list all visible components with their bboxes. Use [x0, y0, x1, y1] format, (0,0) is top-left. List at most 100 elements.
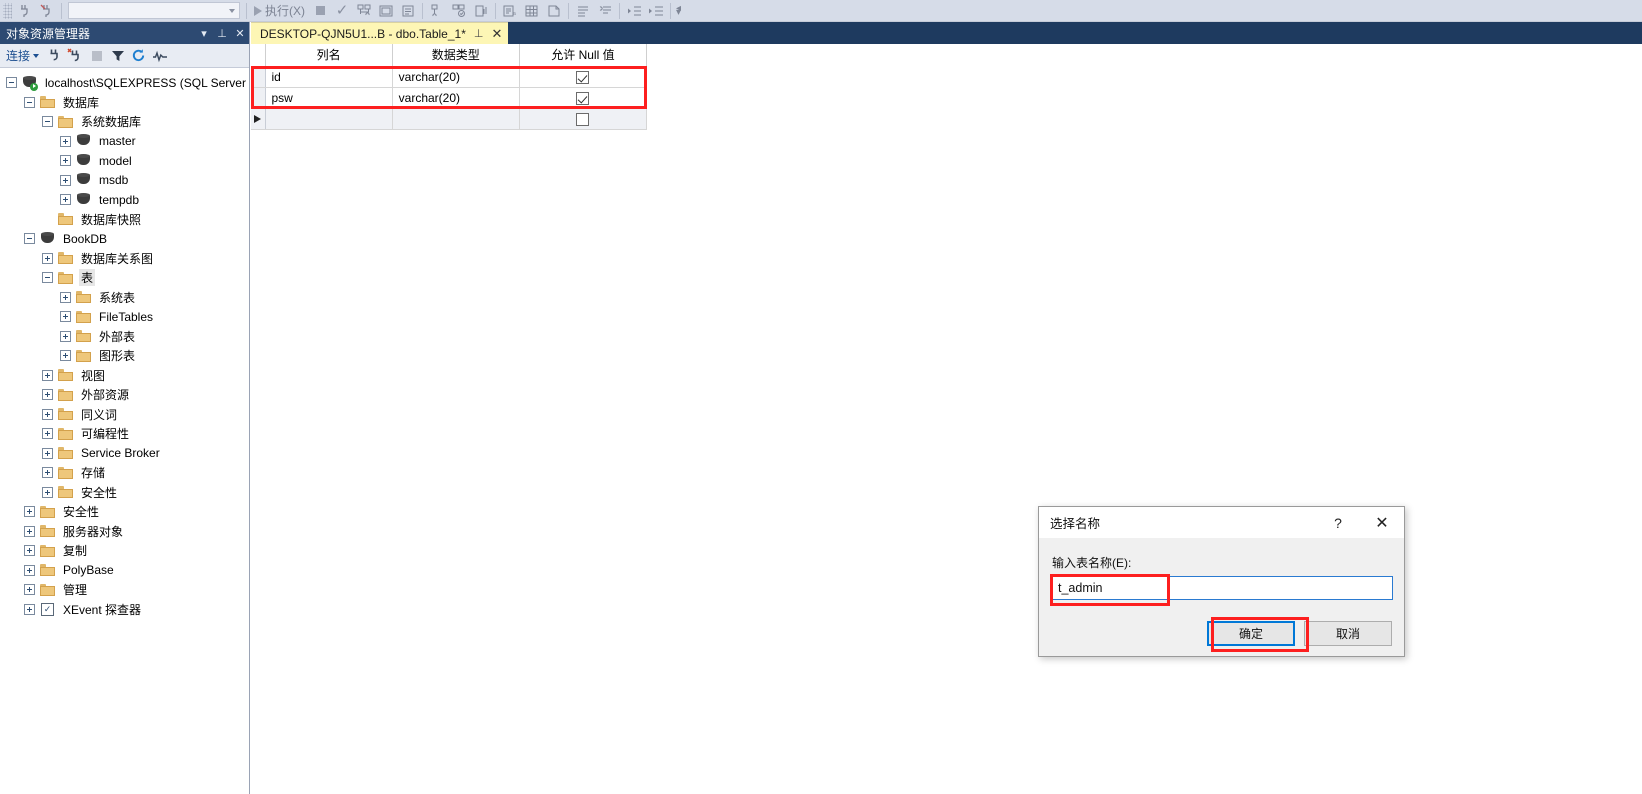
cell-column-name[interactable]	[265, 108, 393, 130]
close-icon[interactable]: ✕	[491, 26, 502, 42]
database-combo[interactable]	[68, 2, 240, 19]
expand-icon[interactable]	[42, 252, 53, 264]
expand-icon[interactable]	[42, 369, 53, 381]
row-selector[interactable]	[251, 87, 266, 109]
connect-icon[interactable]	[14, 1, 36, 21]
tree-item[interactable]: 管理	[0, 580, 249, 600]
expand-icon[interactable]	[60, 174, 71, 186]
uncomment-lines-icon[interactable]	[594, 1, 616, 21]
tree-item[interactable]: PolyBase	[0, 561, 249, 581]
stop-icon[interactable]	[87, 46, 106, 65]
table-row[interactable]	[251, 108, 648, 130]
filter-icon[interactable]	[108, 46, 127, 65]
include-client-stats-icon[interactable]	[448, 1, 470, 21]
collapse-icon[interactable]	[24, 96, 35, 108]
tree-item[interactable]: 存储	[0, 463, 249, 483]
tree-item[interactable]: 系统表	[0, 288, 249, 308]
collapse-icon[interactable]	[6, 77, 17, 89]
disconnect-icon[interactable]	[66, 46, 85, 65]
cell-allow-nulls[interactable]	[519, 87, 648, 109]
connect-dropdown-button[interactable]: 连接	[6, 47, 43, 64]
tree-item[interactable]: 安全性	[0, 502, 249, 522]
cell-data-type[interactable]: varchar(20)	[392, 66, 520, 88]
expand-icon[interactable]	[60, 311, 71, 323]
allow-nulls-checkbox[interactable]	[576, 70, 590, 84]
tree-item[interactable]: model	[0, 151, 249, 171]
cell-column-name[interactable]: psw	[265, 87, 393, 109]
tree-item[interactable]: 图形表	[0, 346, 249, 366]
table-name-input[interactable]	[1052, 576, 1393, 600]
tree-item[interactable]: BookDB	[0, 229, 249, 249]
comment-lines-icon[interactable]	[572, 1, 594, 21]
expand-icon[interactable]	[24, 603, 35, 615]
expand-icon[interactable]	[60, 330, 71, 342]
tree-item[interactable]: FileTables	[0, 307, 249, 327]
refresh-icon[interactable]	[129, 46, 148, 65]
expand-icon[interactable]	[60, 135, 71, 147]
stop-icon[interactable]	[309, 1, 331, 21]
tree-item[interactable]: 表	[0, 268, 249, 288]
collapse-icon[interactable]	[42, 272, 53, 284]
tree-item[interactable]: localhost\SQLEXPRESS (SQL Server	[0, 73, 249, 93]
tree-item[interactable]: 同义词	[0, 405, 249, 425]
tree-item[interactable]: 复制	[0, 541, 249, 561]
ok-button[interactable]: 确定	[1207, 621, 1295, 646]
tree-item[interactable]: Service Broker	[0, 444, 249, 464]
toolbar-grip[interactable]	[3, 2, 12, 19]
expand-icon[interactable]	[42, 447, 53, 459]
close-icon[interactable]: ✕	[231, 27, 249, 40]
results-to-file-icon[interactable]	[543, 1, 565, 21]
tree-item[interactable]: master	[0, 132, 249, 152]
expand-icon[interactable]	[42, 467, 53, 479]
disconnect-icon[interactable]	[36, 1, 58, 21]
tree-item[interactable]: 数据库	[0, 93, 249, 113]
parse-check-icon[interactable]: ✓	[331, 1, 353, 21]
tree-item[interactable]: tempdb	[0, 190, 249, 210]
cell-allow-nulls[interactable]	[519, 66, 648, 88]
connect-icon[interactable]	[45, 46, 64, 65]
tree-item[interactable]: 系统数据库	[0, 112, 249, 132]
results-to-grid-icon[interactable]	[521, 1, 543, 21]
cell-data-type[interactable]	[392, 108, 520, 130]
close-icon[interactable]: ✕	[1360, 508, 1404, 538]
decrease-indent-icon[interactable]	[623, 1, 645, 21]
tree-item[interactable]: 服务器对象	[0, 522, 249, 542]
chevron-down-icon[interactable]: ▾	[195, 27, 213, 40]
results-chart-icon[interactable]	[470, 1, 492, 21]
tab-table-designer[interactable]: DESKTOP-QJN5U1...B - dbo.Table_1* ⊥ ✕	[251, 22, 509, 44]
expand-icon[interactable]	[42, 389, 53, 401]
live-query-stats-icon[interactable]	[426, 1, 448, 21]
allow-nulls-checkbox[interactable]	[576, 91, 590, 105]
cancel-button[interactable]: 取消	[1304, 621, 1392, 646]
tree-item[interactable]: 安全性	[0, 483, 249, 503]
cell-data-type[interactable]: varchar(20)	[392, 87, 520, 109]
expand-icon[interactable]	[24, 545, 35, 557]
help-icon[interactable]: ?	[1316, 508, 1360, 538]
pin-icon[interactable]: ⊥	[474, 27, 484, 40]
expand-icon[interactable]	[60, 350, 71, 362]
allow-nulls-header[interactable]: 允许 Null 值	[519, 44, 648, 67]
cell-allow-nulls[interactable]	[519, 108, 648, 130]
include-actual-plan-icon[interactable]	[397, 1, 419, 21]
object-explorer-tree[interactable]: localhost\SQLEXPRESS (SQL Server 数据库 系统数据库…	[0, 68, 249, 794]
tree-item[interactable]: ✓ XEvent 探查器	[0, 600, 249, 620]
column-name-header[interactable]: 列名	[265, 44, 393, 67]
tree-item[interactable]: 可编程性	[0, 424, 249, 444]
expand-icon[interactable]	[24, 525, 35, 537]
data-type-header[interactable]: 数据类型	[392, 44, 520, 67]
table-row[interactable]: id varchar(20)	[251, 66, 648, 88]
expand-icon[interactable]	[60, 291, 71, 303]
display-estimated-plan-icon[interactable]	[353, 1, 375, 21]
toolbar-overflow-icon[interactable]: ◂ ▾	[676, 3, 681, 17]
collapse-icon[interactable]	[24, 233, 35, 245]
expand-icon[interactable]	[24, 584, 35, 596]
query-window-icon[interactable]	[375, 1, 397, 21]
cell-column-name[interactable]: id	[265, 66, 393, 88]
pin-icon[interactable]: ⊥	[213, 27, 231, 40]
row-selector[interactable]	[251, 108, 266, 130]
tree-item[interactable]: 数据库关系图	[0, 249, 249, 269]
expand-icon[interactable]	[60, 194, 71, 206]
allow-nulls-checkbox[interactable]	[576, 112, 590, 126]
expand-icon[interactable]	[42, 486, 53, 498]
expand-icon[interactable]	[42, 408, 53, 420]
